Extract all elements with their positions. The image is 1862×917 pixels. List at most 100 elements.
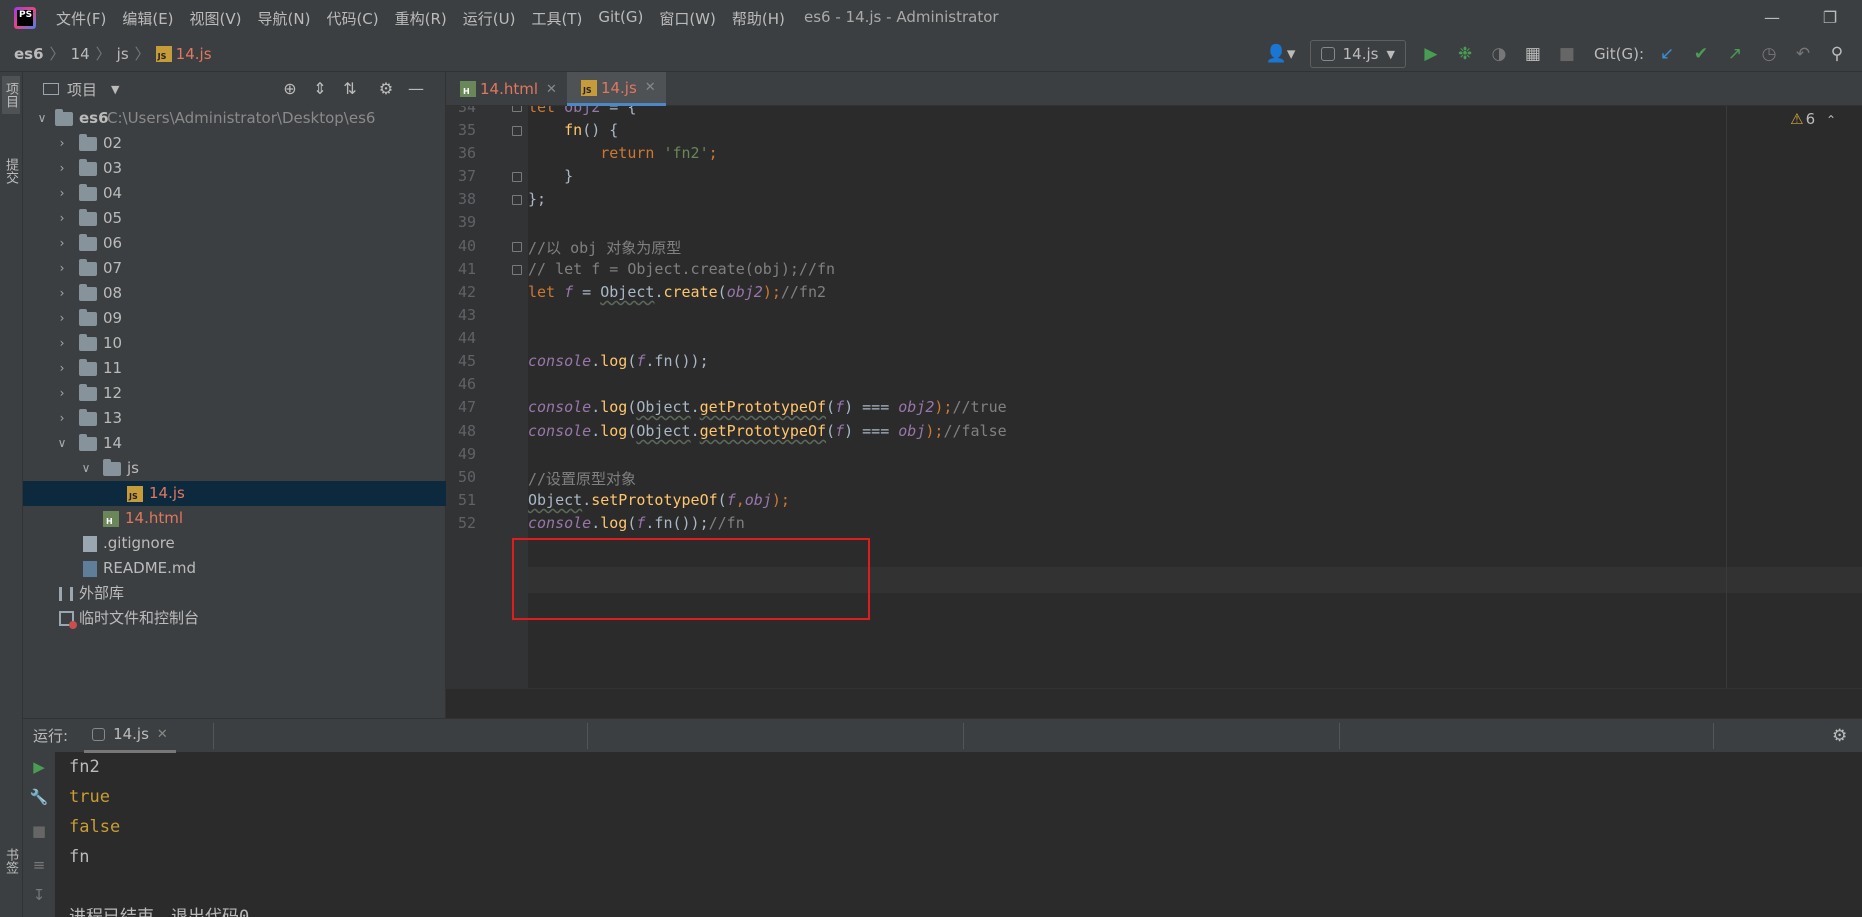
hide-panel-icon[interactable]: — xyxy=(405,78,427,100)
expand-all-icon[interactable]: ⇕ xyxy=(309,78,331,100)
debug-icon[interactable]: ❉ xyxy=(1452,41,1478,67)
gear-icon[interactable]: ⚙ xyxy=(1832,726,1852,746)
chevron-right-icon[interactable]: › xyxy=(55,181,69,206)
run-config-select[interactable]: 14.js ▼ xyxy=(1309,40,1406,68)
chevron-right-icon[interactable]: › xyxy=(55,156,69,181)
tree-row-folder[interactable]: › 09 xyxy=(23,306,446,331)
wrench-icon[interactable]: 🔧 xyxy=(29,788,49,808)
tree-row-folder[interactable]: › 08 xyxy=(23,281,446,306)
tree-row-folder[interactable]: › 07 xyxy=(23,256,446,281)
project-tool-tab[interactable]: 项目 xyxy=(2,76,20,114)
git-update-icon[interactable]: ↙ xyxy=(1654,41,1680,67)
chevron-right-icon[interactable]: › xyxy=(55,231,69,256)
menu-view[interactable]: 视图(V) xyxy=(190,8,242,29)
menu-file[interactable]: 文件(F) xyxy=(56,8,106,29)
fold-icon[interactable] xyxy=(512,172,522,182)
profile-icon[interactable]: ▦ xyxy=(1520,41,1546,67)
tree-row-file-14-html[interactable]: H 14.html xyxy=(23,506,446,531)
minimize-icon[interactable]: — xyxy=(1762,8,1782,28)
gear-icon[interactable]: ⚙ xyxy=(375,78,397,100)
restore-icon[interactable]: ❐ xyxy=(1820,8,1840,28)
run-tab-14-js[interactable]: 14.js ✕ xyxy=(84,719,176,753)
chevron-right-icon[interactable]: › xyxy=(55,381,69,406)
menu-navigate[interactable]: 导航(N) xyxy=(258,8,311,29)
close-icon[interactable]: ✕ xyxy=(157,727,168,742)
tree-row-folder[interactable]: › 11 xyxy=(23,356,446,381)
chevron-down-icon[interactable]: ▼ xyxy=(111,83,119,96)
soft-wrap-icon[interactable]: ≡ xyxy=(29,856,49,876)
tree-row-scratches[interactable]: 临时文件和控制台 xyxy=(23,606,446,631)
commit-tool-tab[interactable]: 提交 xyxy=(2,152,20,190)
scroll-to-end-icon[interactable]: ↧ xyxy=(29,886,49,906)
tree-row-gitignore[interactable]: .gitignore xyxy=(23,531,446,556)
stop-icon[interactable]: ■ xyxy=(29,822,49,842)
fold-icon[interactable] xyxy=(512,242,522,252)
chevron-right-icon[interactable]: › xyxy=(55,356,69,381)
warnings-indicator[interactable]: ⚠ 6 ⌃ xyxy=(1790,110,1836,128)
app-logo-icon[interactable]: PS xyxy=(14,7,36,29)
tree-row-readme[interactable]: README.md xyxy=(23,556,446,581)
tree-row-folder[interactable]: › 04 xyxy=(23,181,446,206)
chevron-right-icon[interactable]: › xyxy=(55,406,69,431)
menu-refactor[interactable]: 重构(R) xyxy=(395,8,447,29)
chevron-down-icon[interactable]: ∨ xyxy=(35,106,49,131)
git-commit-icon[interactable]: ✔ xyxy=(1688,41,1714,67)
tree-row-folder[interactable]: › 02 xyxy=(23,131,446,156)
menu-run[interactable]: 运行(U) xyxy=(463,8,516,29)
collapse-all-icon[interactable]: ⇅ xyxy=(339,78,361,100)
chevron-right-icon[interactable]: › xyxy=(55,256,69,281)
menu-window[interactable]: 窗口(W) xyxy=(659,8,716,29)
menu-git[interactable]: Git(G) xyxy=(598,8,643,29)
tree-row-folder-14[interactable]: ∨ 14 xyxy=(23,431,446,456)
chevron-right-icon[interactable]: › xyxy=(55,131,69,156)
chevron-up-icon[interactable]: ⌃ xyxy=(1826,113,1836,127)
tree-row-folder-js[interactable]: ∨ js xyxy=(23,456,446,481)
tree-row-file-14-js[interactable]: JS 14.js xyxy=(23,481,446,506)
menu-help[interactable]: 帮助(H) xyxy=(732,8,785,29)
breadcrumb-root[interactable]: es6 xyxy=(14,45,44,63)
tree-row-folder[interactable]: › 12 xyxy=(23,381,446,406)
tab-14-html[interactable]: H 14.html ✕ xyxy=(446,72,567,106)
project-panel-title[interactable]: 项目 xyxy=(67,79,97,100)
editor-horizontal-scroll[interactable] xyxy=(446,688,1862,718)
breadcrumb-dir-14[interactable]: 14 xyxy=(71,45,90,63)
tree-row-folder[interactable]: › 10 xyxy=(23,331,446,356)
chevron-right-icon[interactable]: › xyxy=(55,281,69,306)
fold-icon[interactable] xyxy=(512,195,522,205)
fold-icon[interactable] xyxy=(512,106,522,112)
tree-row-external-libraries[interactable]: 外部库 xyxy=(23,581,446,606)
search-icon[interactable]: ⚲ xyxy=(1824,41,1850,67)
close-icon[interactable]: ✕ xyxy=(645,80,656,95)
breadcrumb-dir-js[interactable]: js xyxy=(117,45,129,63)
chevron-down-icon[interactable]: ∨ xyxy=(55,431,69,456)
menu-edit[interactable]: 编辑(E) xyxy=(122,8,173,29)
tree-row-folder[interactable]: › 05 xyxy=(23,206,446,231)
tree-row-folder[interactable]: › 06 xyxy=(23,231,446,256)
rerun-icon[interactable]: ▶ xyxy=(29,758,49,778)
chevron-right-icon[interactable]: › xyxy=(55,331,69,356)
tree-row-folder[interactable]: › 03 xyxy=(23,156,446,181)
chevron-down-icon[interactable]: ∨ xyxy=(79,456,93,481)
tree-row-folder[interactable]: › 13 xyxy=(23,406,446,431)
bookmarks-tool-tab[interactable]: 书签 xyxy=(2,842,20,880)
tab-14-js[interactable]: JS 14.js ✕ xyxy=(566,72,666,106)
fold-icon[interactable] xyxy=(512,126,522,136)
coverage-icon[interactable]: ◑ xyxy=(1486,41,1512,67)
breadcrumb-file[interactable]: 14.js xyxy=(176,45,212,63)
git-push-icon[interactable]: ↗ xyxy=(1722,41,1748,67)
chevron-right-icon[interactable]: › xyxy=(55,306,69,331)
user-dropdown-icon[interactable]: 👤▾ xyxy=(1264,41,1298,67)
console-output[interactable]: fn2 true false fn 进程已结束，退出代码0 xyxy=(69,752,249,917)
code-token: log xyxy=(600,514,628,532)
stop-icon[interactable]: ■ xyxy=(1554,41,1580,67)
git-history-icon[interactable]: ◷ xyxy=(1756,41,1782,67)
menu-tools[interactable]: 工具(T) xyxy=(531,8,582,29)
run-icon[interactable]: ▶ xyxy=(1418,41,1444,67)
git-rollback-icon[interactable]: ↶ xyxy=(1790,41,1816,67)
locate-file-icon[interactable]: ⊕ xyxy=(279,78,301,100)
chevron-right-icon[interactable]: › xyxy=(55,206,69,231)
close-icon[interactable]: ✕ xyxy=(546,82,557,97)
tree-row-root[interactable]: ∨ es6 C:\Users\Administrator\Desktop\es6 xyxy=(23,106,446,131)
fold-icon[interactable] xyxy=(512,265,522,275)
menu-code[interactable]: 代码(C) xyxy=(326,8,378,29)
